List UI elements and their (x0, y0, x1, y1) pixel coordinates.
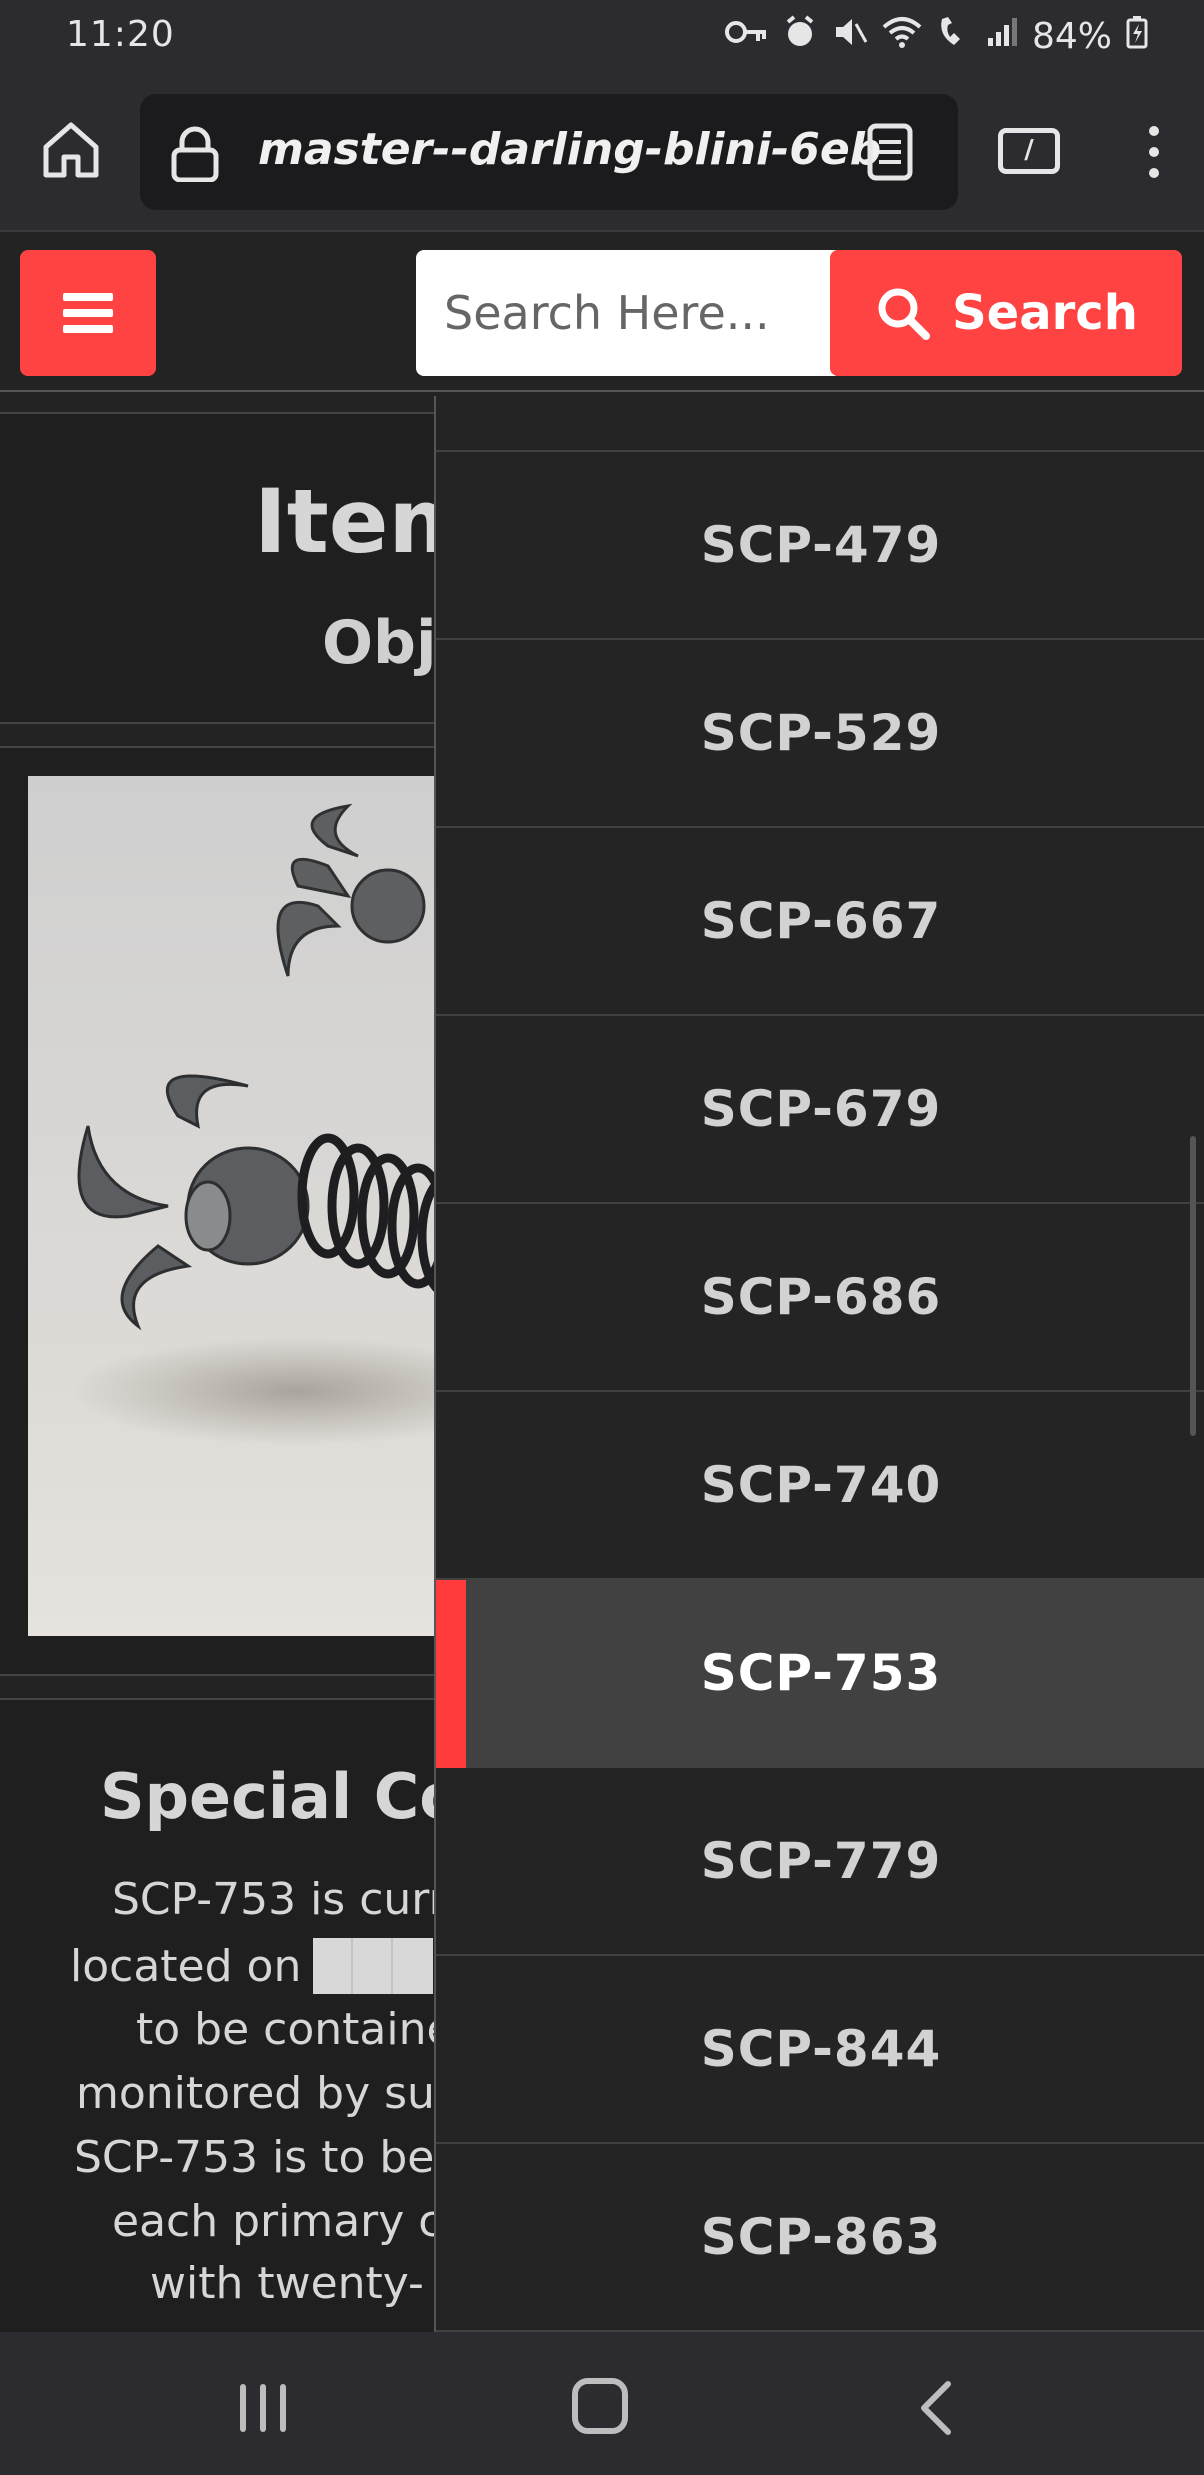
overflow-menu-icon[interactable] (1134, 122, 1174, 182)
search-icon (878, 288, 931, 340)
body-line: to be containe (136, 2004, 454, 2055)
sidebar-item-label: SCP-679 (700, 1080, 942, 1138)
search-button-label: Search (952, 285, 1138, 341)
status-time: 11:20 (66, 14, 175, 55)
sidebar-scrollbar[interactable] (1190, 1136, 1196, 1436)
sidebar-item-label: SCP-844 (700, 2020, 942, 2078)
hamburger-menu-button[interactable] (20, 250, 156, 376)
address-bar[interactable]: master--darling-blini-6eb (140, 94, 958, 210)
battery-level: 84% (1031, 15, 1112, 57)
sidebar-item-scp-863[interactable]: SCP-863 (436, 2144, 1204, 2332)
sidebar-item-label: SCP-753 (700, 1644, 942, 1702)
sidebar-item-label: SCP-529 (700, 704, 942, 762)
status-icons: 84% (724, 14, 1148, 58)
url-text: master--darling-blini-6eb (258, 124, 882, 175)
key-icon (724, 17, 768, 55)
home-nav-icon[interactable] (572, 2378, 628, 2434)
search-button[interactable]: Search (830, 250, 1182, 376)
body-line: monitored by su (76, 2068, 435, 2119)
recents-icon[interactable] (238, 2384, 288, 2432)
home-icon[interactable] (38, 117, 104, 183)
sidebar-menu[interactable]: SCP-479 SCP-529 SCP-667 SCP-679 SCP-686 … (434, 396, 1204, 2332)
sidebar-item-scp-529[interactable]: SCP-529 (436, 640, 1204, 828)
wifi-icon (882, 15, 922, 57)
object-class: Obj (322, 608, 437, 678)
body-line: SCP-753 is curr (112, 1874, 447, 1925)
body-line: located on (70, 1938, 434, 1994)
tabs-button[interactable]: / (998, 128, 1060, 174)
sidebar-item-scp-740[interactable]: SCP-740 (436, 1392, 1204, 1580)
body-line: each primary c (112, 2196, 443, 2247)
body-line: with twenty- (150, 2258, 424, 2309)
status-bar: 11:20 84% (0, 0, 1204, 72)
browser-toolbar: master--darling-blini-6eb / (0, 72, 1204, 232)
alarm-icon (782, 14, 818, 58)
sidebar-item-scp-479[interactable]: SCP-479 (436, 452, 1204, 640)
sidebar-item-scp-679[interactable]: SCP-679 (436, 1016, 1204, 1204)
sidebar-item-label: SCP-863 (700, 2208, 942, 2266)
sidebar-item-scp-667[interactable]: SCP-667 (436, 828, 1204, 1016)
sidebar-item-label: SCP-479 (700, 516, 942, 574)
sidebar-item-label: SCP-667 (700, 892, 942, 950)
reader-mode-icon[interactable] (860, 122, 920, 182)
battery-icon (1126, 15, 1148, 57)
redaction-block (313, 1938, 434, 1994)
back-icon[interactable] (916, 2380, 956, 2436)
sidebar-item-scp-779[interactable]: SCP-779 (436, 1768, 1204, 1956)
mute-icon (832, 14, 868, 58)
lock-icon (170, 126, 220, 183)
sidebar-item-label: SCP-686 (700, 1268, 942, 1326)
sidebar-item-label: SCP-779 (700, 1832, 942, 1890)
sidebar-item-scp-753[interactable]: SCP-753 (436, 1580, 1204, 1768)
search-input[interactable] (416, 250, 836, 376)
sidebar-item-scp-686[interactable]: SCP-686 (436, 1204, 1204, 1392)
signal-icon (986, 16, 1018, 56)
system-nav-bar (0, 2332, 1204, 2475)
site-header: Search (0, 234, 1204, 392)
wifi-call-icon (936, 15, 972, 57)
body-line: SCP-753 is to be (74, 2132, 435, 2183)
sidebar-item-label: SCP-740 (700, 1456, 942, 1514)
sidebar-item-scp-844[interactable]: SCP-844 (436, 1956, 1204, 2144)
